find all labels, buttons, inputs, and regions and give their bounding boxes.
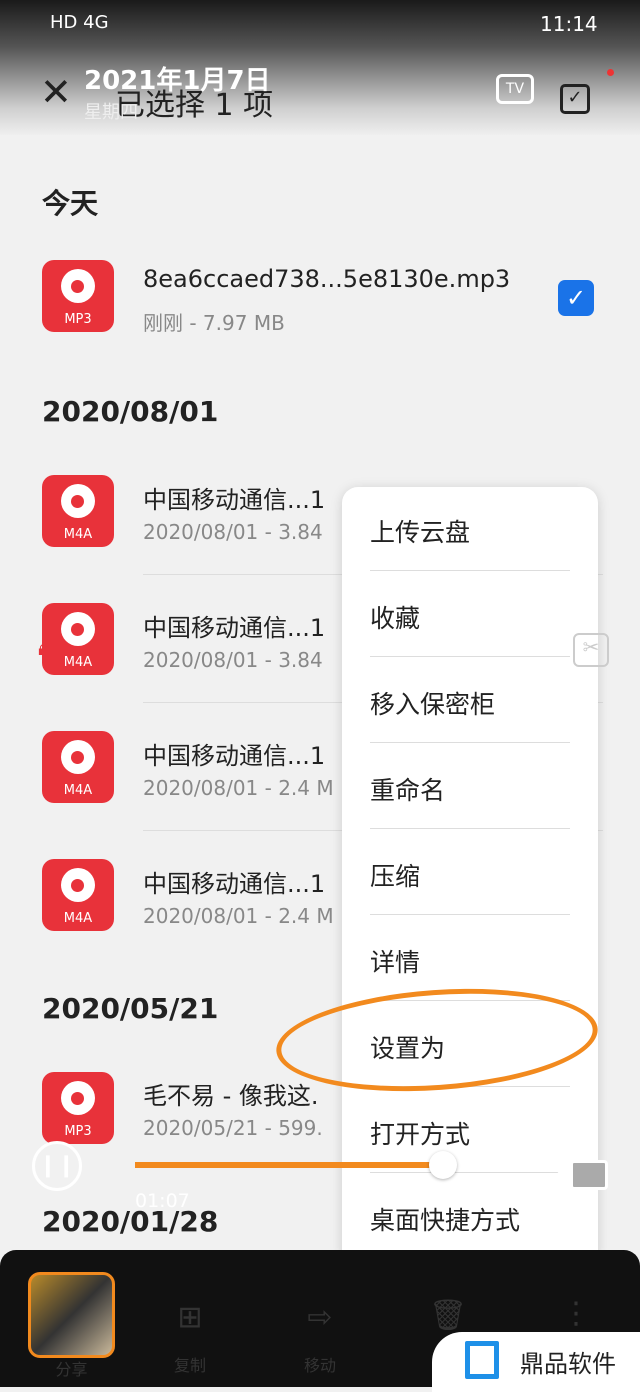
divider [370,656,570,657]
checkbox-checked[interactable]: ✓ [558,280,594,316]
status-left: HD 4G [50,12,109,33]
file-name[interactable]: 8ea6ccaed738...5e8130e.mp3 [143,265,510,293]
elapsed-time: 01:07 [135,1190,190,1212]
mp3-file-icon: MP3 [42,1072,114,1144]
file-meta: 2020/08/01 - 2.4 M [143,776,334,800]
overlay-weekday: 星期四 [84,102,138,123]
menu-compress[interactable]: 压缩 [370,857,420,893]
file-name[interactable]: 毛不易 - 像我这. [143,1076,319,1111]
file-name[interactable]: 中国移动通信...1 [143,736,325,771]
divider [370,1172,570,1173]
section-header: 2020/01/28 [42,1205,219,1238]
menu-favorite[interactable]: 收藏 [370,599,420,635]
divider [370,742,570,743]
status-time: 11:14 [540,12,598,36]
watermark-mark [465,1341,499,1379]
pause-button[interactable]: ❙❙ [32,1141,82,1191]
video-thumbnail[interactable] [28,1272,115,1358]
move-folder-icon[interactable]: ⇨ [290,1300,350,1335]
close-icon[interactable]: ✕ [40,70,72,114]
menu-move-to-safe[interactable]: 移入保密柜 [370,685,495,721]
menu-rename[interactable]: 重命名 [370,771,445,807]
watermark-logo: 鼎品软件 [432,1332,640,1392]
more-icon[interactable]: ⋮ [546,1296,606,1331]
menu-open-with[interactable]: 打开方式 [370,1115,470,1151]
file-name[interactable]: 中国移动通信...1 [143,480,325,515]
file-meta: 2020/08/01 - 3.84 [143,648,323,672]
section-header: 2020/08/01 [42,395,219,428]
move-label[interactable]: 移动 [290,1352,350,1376]
file-meta: 2020/08/01 - 2.4 M [143,904,334,928]
overlay-date: 2021年1月7日 [84,66,271,96]
menu-details[interactable]: 详情 [370,943,420,979]
watermark-text: 鼎品软件 [520,1350,616,1378]
rotate-screen-icon-part [570,1160,608,1190]
select-all-icon[interactable]: ✓ [560,84,590,114]
file-name[interactable]: 中国移动通信...1 [143,608,325,643]
copy-icon[interactable]: ⊞ [160,1300,220,1335]
lock-icon: 🔒︎ [38,636,50,661]
m4a-file-icon: M4A [42,859,114,931]
tv-cast-icon[interactable]: TV [496,74,534,104]
mp3-file-icon: MP3 [42,260,114,332]
file-meta: 2020/05/21 - 599. [143,1116,323,1140]
menu-upload-cloud[interactable]: 上传云盘 [370,513,470,549]
section-header: 今天 [42,187,99,220]
file-meta: 刚刚 - 7.97 MB [143,311,285,335]
delete-icon[interactable]: 🗑︎ [418,1298,478,1333]
m4a-file-icon: M4A [42,731,114,803]
progress-fill [135,1162,444,1168]
share-label[interactable]: 分享 [28,1356,115,1380]
scissors-icon: ✂ [573,633,609,667]
notification-dot [607,69,614,76]
divider [370,828,570,829]
copy-label[interactable]: 复制 [160,1352,220,1376]
m4a-file-icon: M4A [42,475,114,547]
file-meta: 2020/08/01 - 3.84 [143,520,323,544]
divider [370,570,570,571]
divider [370,914,570,915]
total-time: 01:19 [444,1190,499,1212]
file-name[interactable]: 中国移动通信...1 [143,864,325,899]
m4a-file-icon: M4A [42,603,114,675]
section-header: 2020/05/21 [42,992,219,1025]
